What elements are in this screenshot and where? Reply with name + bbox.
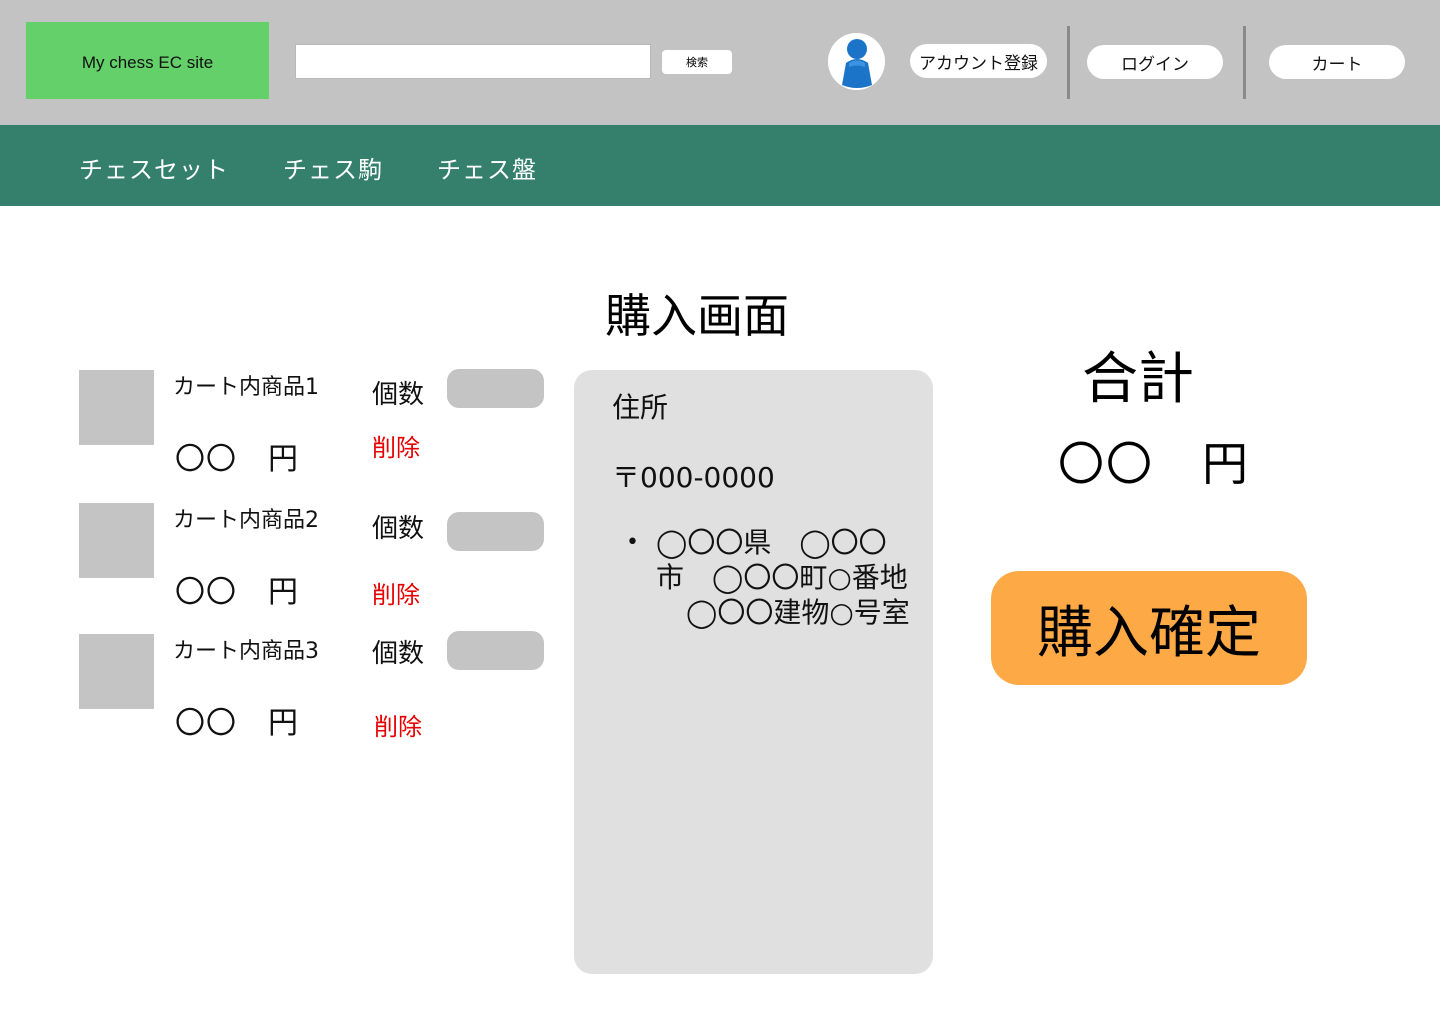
address-label: 住所: [612, 391, 669, 424]
address-line: ◯〇〇建物○号室: [686, 596, 910, 629]
cart-item-price: 〇〇 円: [175, 575, 299, 610]
search-input[interactable]: [295, 44, 651, 79]
cart-item-name: カート内商品2: [173, 508, 319, 533]
postal-code: 〒000-0000: [612, 461, 775, 494]
user-avatar-icon[interactable]: [828, 33, 885, 90]
quantity-label: 個数: [372, 639, 425, 669]
cart-label: カート: [1311, 54, 1363, 75]
cart-item-price: 〇〇 円: [175, 706, 299, 741]
product-thumbnail: [79, 370, 154, 445]
delete-button[interactable]: 削除: [374, 707, 422, 742]
total-label: 合計: [1082, 347, 1194, 412]
nav-item-chess-pieces[interactable]: チェス駒: [283, 150, 383, 185]
product-thumbnail: [79, 503, 154, 578]
site-logo-text: My chess EC site: [81, 52, 214, 72]
product-thumbnail: [79, 634, 154, 709]
address-panel: 住所 〒000-0000 • ◯〇〇県 ◯〇〇 市 ◯〇〇町○番地 ◯〇〇建物○…: [574, 370, 933, 974]
address-bullet: •: [626, 530, 639, 555]
login-button[interactable]: ログイン: [1087, 45, 1223, 79]
quantity-field[interactable]: [447, 631, 544, 670]
confirm-purchase-label: 購入確定: [1037, 600, 1261, 666]
confirm-purchase-button[interactable]: 購入確定: [991, 571, 1307, 685]
quantity-label: 個数: [372, 380, 425, 410]
address-line: 市 ◯〇〇町○番地: [656, 561, 908, 594]
account-register-label: アカウント登録: [919, 53, 1038, 74]
cart-item-price: 〇〇 円: [175, 442, 299, 477]
quantity-field[interactable]: [447, 369, 544, 408]
login-label: ログイン: [1121, 54, 1189, 75]
quantity-label: 個数: [372, 514, 425, 544]
site-logo[interactable]: My chess EC site: [26, 22, 269, 99]
nav-item-chess-set[interactable]: チェスセット: [79, 150, 229, 185]
delete-button[interactable]: 削除: [372, 575, 420, 610]
header-bar: My chess EC site 検索 アカウント登録 ログイン カート: [0, 0, 1440, 125]
nav-item-chess-board[interactable]: チェス盤: [437, 150, 537, 185]
cart-item-name: カート内商品3: [173, 639, 319, 664]
quantity-field[interactable]: [447, 512, 544, 551]
total-value: 〇〇 円: [1058, 437, 1250, 491]
account-register-button[interactable]: アカウント登録: [910, 44, 1047, 78]
delete-button[interactable]: 削除: [372, 428, 420, 463]
category-nav: チェスセット チェス駒 チェス盤: [0, 125, 1440, 206]
cart-button[interactable]: カート: [1269, 45, 1405, 79]
page-title: 購入画面: [605, 289, 789, 343]
header-divider: [1243, 26, 1246, 99]
cart-item-name: カート内商品1: [173, 375, 319, 400]
search-button-label: 検索: [686, 56, 708, 69]
search-button[interactable]: 検索: [662, 50, 732, 74]
address-line: ◯〇〇県 ◯〇〇: [656, 526, 887, 559]
header-divider: [1067, 26, 1070, 99]
